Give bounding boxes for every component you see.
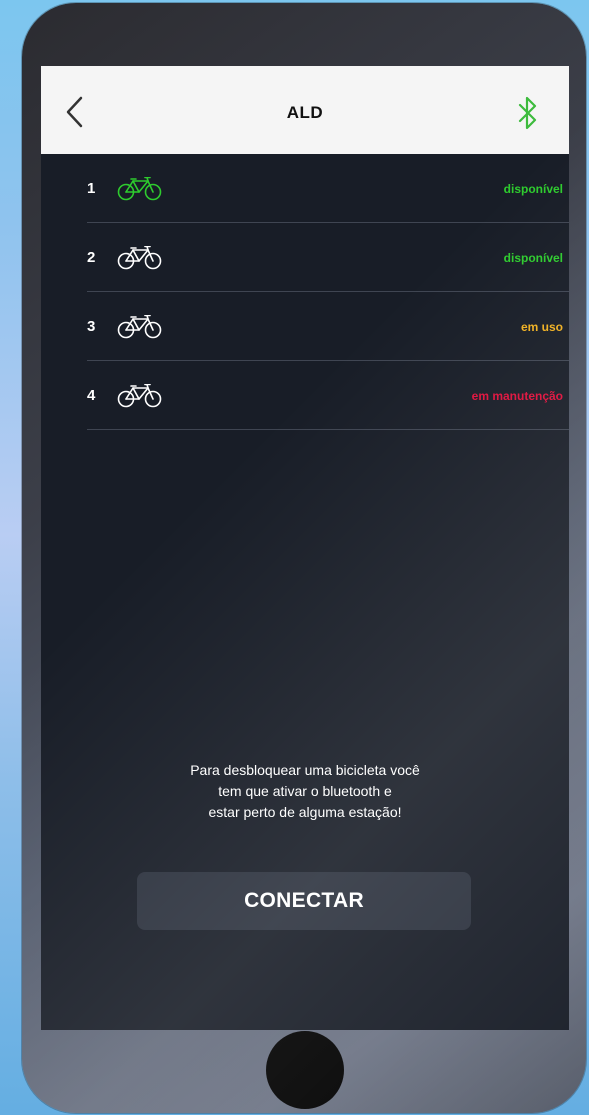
unlock-instructions: Para desbloquear uma bicicleta você tem … bbox=[41, 760, 569, 823]
status-badge: disponível bbox=[503, 251, 563, 265]
info-line-3: estar perto de alguma estação! bbox=[208, 804, 402, 820]
bike-number: 3 bbox=[87, 318, 96, 335]
bicycle-icon bbox=[117, 384, 162, 408]
home-button[interactable] bbox=[266, 1031, 344, 1109]
bike-list: 1 disponível 2 disponível 3 em uso 4 em … bbox=[87, 154, 569, 430]
status-badge: disponível bbox=[503, 182, 563, 196]
bike-number: 2 bbox=[87, 249, 96, 266]
bicycle-icon bbox=[117, 315, 162, 339]
page-title: ALD bbox=[286, 103, 324, 122]
bike-number: 4 bbox=[87, 387, 96, 404]
app-header: ALD bbox=[41, 66, 569, 154]
bike-number: 1 bbox=[87, 180, 96, 197]
bike-row-3[interactable]: 3 em uso bbox=[87, 292, 569, 361]
bike-row-1[interactable]: 1 disponível bbox=[87, 154, 569, 223]
connect-button[interactable]: CONECTAR bbox=[137, 872, 471, 930]
info-line-1: Para desbloquear uma bicicleta você bbox=[190, 762, 420, 778]
bike-row-2[interactable]: 2 disponível bbox=[87, 223, 569, 292]
info-line-2: tem que ativar o bluetooth e bbox=[218, 783, 392, 799]
bicycle-icon bbox=[117, 177, 162, 201]
bicycle-icon bbox=[117, 246, 162, 270]
bike-row-4[interactable]: 4 em manutenção bbox=[87, 361, 569, 430]
app-screen: ALD 1 disponível 2 disponível 3 em uso 4… bbox=[41, 66, 569, 1030]
status-badge: em manutenção bbox=[471, 389, 563, 403]
status-badge: em uso bbox=[520, 320, 563, 334]
phone-frame: ALD 1 disponível 2 disponível 3 em uso 4… bbox=[22, 3, 586, 1113]
bluetooth-icon[interactable] bbox=[515, 94, 541, 132]
